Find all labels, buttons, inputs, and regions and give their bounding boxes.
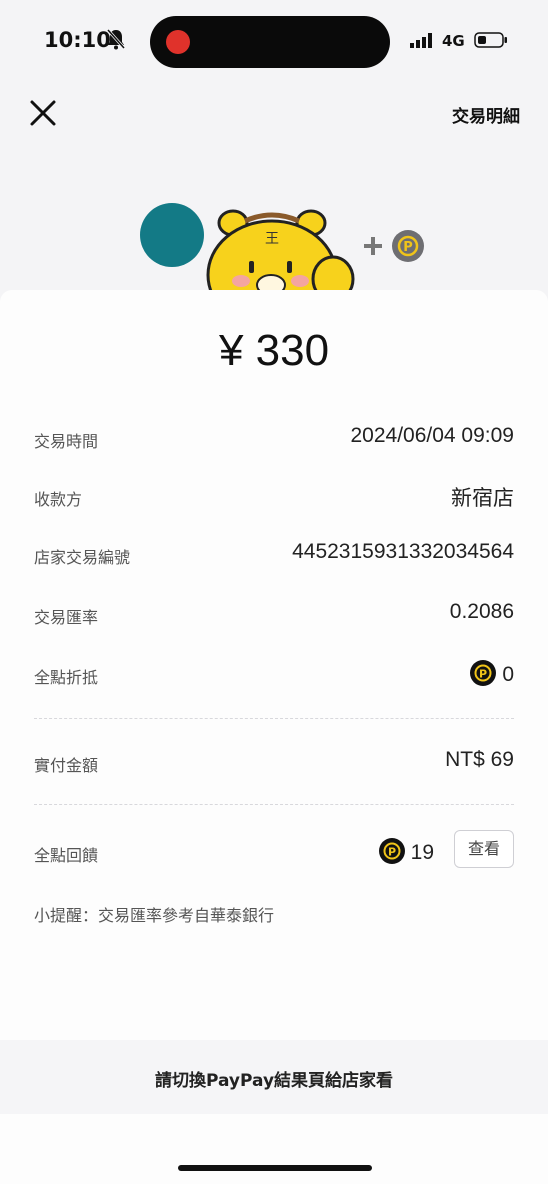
points-discount-value: 0	[502, 663, 514, 686]
bell-slash-icon	[106, 29, 126, 50]
dynamic-island	[150, 16, 390, 68]
footer-bar: 請切換PayPay結果頁給店家看	[0, 1040, 548, 1114]
payee-row: 收款方 新宿店	[34, 476, 514, 516]
recording-indicator-icon	[166, 30, 190, 54]
transaction-time-row: 交易時間 2024/06/04 09:09	[34, 418, 514, 458]
payment-amount: ¥ 330	[218, 326, 330, 375]
paid-amount-value: NT$ 69	[445, 748, 514, 771]
merchant-transaction-id-label: 店家交易編號	[34, 548, 131, 567]
points-reward-row: 全點回饋 P 19 查看	[34, 830, 514, 872]
footer-instruction: 請切換PayPay結果頁給店家看	[154, 1071, 394, 1091]
dashed-divider	[34, 718, 514, 719]
payee-label: 收款方	[34, 490, 83, 509]
battery-icon	[474, 32, 507, 48]
dashed-divider	[34, 804, 514, 805]
merchant-transaction-id-value: 4452315931332034564	[292, 540, 514, 563]
points-discount-label: 全點折抵	[34, 668, 99, 687]
status-bar: 10:10 4G	[0, 0, 548, 84]
merchant-avatar	[140, 203, 204, 267]
exchange-rate-label: 交易匯率	[34, 608, 99, 627]
paid-amount-row: 實付金額 NT$ 69	[34, 742, 514, 782]
home-indicator[interactable]	[178, 1165, 372, 1171]
view-reward-button[interactable]: 查看	[454, 830, 514, 868]
svg-text:P: P	[403, 240, 413, 255]
points-reward-value: 19	[410, 841, 434, 864]
point-coin-icon: P	[470, 660, 497, 686]
svg-text:P: P	[479, 668, 487, 681]
plus-points-icon: P	[364, 230, 424, 262]
exchange-rate-note: 小提醒：交易匯率參考自華泰銀行	[34, 906, 275, 925]
merchant-transaction-id-row: 店家交易編號 4452315931332034564	[34, 534, 514, 574]
points-reward-value-wrap: P 19	[378, 838, 434, 865]
signal-icon	[410, 33, 432, 48]
status-time: 10:10	[44, 28, 111, 52]
tiger-mascot-icon: 王	[206, 209, 355, 295]
payee-value: 新宿店	[451, 487, 514, 510]
svg-text:P: P	[388, 846, 396, 859]
transaction-detail-link[interactable]: 交易明細	[452, 102, 520, 127]
exchange-rate-row: 交易匯率 0.2086	[34, 594, 514, 634]
paid-amount-label: 實付金額	[34, 756, 99, 775]
transaction-time-value: 2024/06/04 09:09	[350, 424, 515, 447]
point-coin-icon: P	[378, 838, 405, 864]
svg-text:王: 王	[265, 231, 279, 247]
points-reward-label: 全點回饋	[34, 846, 99, 865]
points-discount-value-wrap: P 0	[470, 660, 514, 687]
close-icon[interactable]	[28, 98, 58, 128]
network-type: 4G	[442, 32, 465, 50]
transaction-time-label: 交易時間	[34, 432, 99, 451]
points-discount-row: 全點折抵 P 0	[34, 654, 514, 694]
exchange-rate-value: 0.2086	[449, 600, 514, 623]
